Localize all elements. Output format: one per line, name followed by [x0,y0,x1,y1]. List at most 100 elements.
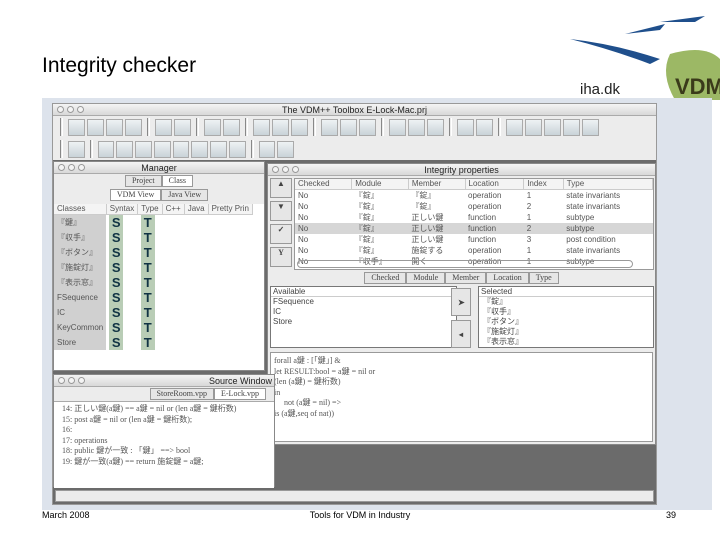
toolbar-green1-icon[interactable] [153,140,171,158]
check-icon[interactable]: ✓ [270,224,292,244]
tab-project[interactable]: Project [124,175,162,187]
toolbar-check2-icon[interactable] [408,118,425,136]
toolbar-vdmxjava-icon[interactable] [476,118,493,136]
column-header[interactable]: Java [184,204,209,215]
syntax-status-icon[interactable]: S [109,319,124,335]
toolbar-x-icon[interactable] [258,140,276,158]
filter-icon[interactable]: Y [270,247,292,267]
tab-elock[interactable]: E-Lock.vpp [214,388,266,400]
type-status-icon[interactable]: T [140,274,155,290]
selected-list[interactable]: Selected 『錠』 『収手』 『ボタン』 『施錠灯』 『表示窓』 [478,286,654,348]
toolbar-green3-icon[interactable] [191,140,209,158]
syntax-status-icon[interactable]: S [109,289,124,305]
column-header[interactable]: Pretty Prin [208,204,253,215]
type-status-icon[interactable]: T [140,304,155,320]
toolbar-list1-icon[interactable] [97,140,115,158]
integrity-row[interactable]: No 『錠』 『錠』 operation 1 state invariants [295,189,653,201]
toolbar-trash-icon[interactable] [291,118,308,136]
type-status-icon[interactable]: T [140,214,155,230]
available-item[interactable]: FSequence [273,297,456,307]
integrity-row[interactable]: No 『錠』 施錠する operation 1 state invariants [295,245,653,256]
minimize-icon[interactable] [67,106,74,113]
tab-class[interactable]: Class [161,175,193,187]
zoom-icon[interactable] [77,106,84,113]
selected-item[interactable]: 『施錠灯』 [483,327,653,337]
integrity-row[interactable]: No 『錠』 正しい鍵 function 1 subtype [295,212,653,223]
toolbar-win3-icon[interactable] [582,118,599,136]
column-header[interactable]: Module [351,179,409,190]
remove-arrow-icon[interactable]: ◂ [451,320,471,348]
toolbar-int-icon[interactable] [359,118,376,136]
sort-tab[interactable]: Type [528,272,559,284]
tab-storeroom[interactable]: StoreRoom.vpp [149,388,214,400]
column-header[interactable]: Member [408,179,466,190]
toolbar-new-icon[interactable] [68,118,85,136]
column-header[interactable]: Checked [295,179,353,190]
column-header[interactable]: Syntax [106,204,139,215]
selected-item[interactable]: 『収手』 [483,307,653,317]
toolbar-edit-icon[interactable] [204,118,221,136]
toolbar-check3-icon[interactable] [427,118,444,136]
type-status-icon[interactable]: T [140,244,155,260]
type-status-icon[interactable]: T [140,319,155,335]
class-row[interactable]: Store S T [54,334,252,350]
type-status-icon[interactable]: T [140,289,155,305]
column-header[interactable]: Type [563,179,653,190]
toolbar-help2-icon[interactable] [277,140,295,158]
sort-tab[interactable]: Checked [364,272,407,284]
class-row[interactable]: 『施錠灯』 S T [54,259,252,275]
toolbar-list3-icon[interactable] [135,140,152,158]
syntax-status-icon[interactable]: S [109,229,124,245]
type-status-icon[interactable]: T [140,229,155,245]
class-row[interactable]: 『鍵』 S T [54,214,252,230]
toolbar-stop-icon[interactable] [321,118,338,136]
class-row[interactable]: 『収手』 S T [54,229,252,245]
syntax-status-icon[interactable]: S [109,259,124,275]
toolbar-open-icon[interactable] [87,118,104,136]
integrity-row[interactable]: No 『錠』 正しい鍵 function 3 post condition [295,234,653,245]
toolbar-AI-icon[interactable] [253,118,270,136]
toolbar-frame-icon[interactable] [228,140,246,158]
type-status-icon[interactable]: T [140,259,155,275]
toolbar-clip-icon[interactable] [272,118,289,136]
class-row[interactable]: 『ボタン』 S T [54,244,252,260]
move-up-icon[interactable]: ▲ [270,178,292,198]
selected-item[interactable]: 『ボタン』 [483,317,653,327]
toolbar-win1-icon[interactable] [544,118,561,136]
toolbar-doc2-icon[interactable] [174,118,191,136]
toolbar-vdmxcpp-icon[interactable] [457,118,474,136]
class-row[interactable]: FSequence S T [54,289,252,305]
integrity-row[interactable]: No 『錠』 『錠』 operation 2 state invariants [295,201,653,212]
integrity-row[interactable]: No 『錠』 正しい鍵 function 2 subtype [295,222,653,234]
toolbar-vdm-icon[interactable] [525,118,542,136]
toolbar-list2-icon[interactable] [116,140,134,158]
class-row[interactable]: IC S T [54,304,252,320]
type-status-icon[interactable]: T [140,334,155,350]
move-down-icon[interactable]: ▼ [270,201,292,221]
toolbar-pp-icon[interactable] [506,118,523,136]
column-header[interactable]: Location [465,179,525,190]
close-icon[interactable] [57,106,64,113]
toolbar-win2-icon[interactable] [563,118,580,136]
syntax-status-icon[interactable]: S [109,334,124,350]
available-list[interactable]: Available FSequence IC Store [270,286,457,348]
syntax-status-icon[interactable]: S [109,214,124,230]
toolbar-close-icon[interactable] [340,118,357,136]
toolbar-green4-icon[interactable] [210,140,227,158]
sort-tab[interactable]: Location [486,272,529,284]
toolbar-savexas-icon[interactable] [125,118,142,136]
tab-java-view[interactable]: Java View [161,189,209,201]
toolbar-green2-icon[interactable] [172,140,190,158]
toolbar-save-icon[interactable] [106,118,123,136]
tab-vdm-view[interactable]: VDM View [109,189,162,201]
toolbar-doc-icon[interactable] [155,118,172,136]
syntax-status-icon[interactable]: S [109,274,124,290]
selected-item[interactable]: 『表示窓』 [483,337,653,347]
toolbar-flag-icon[interactable] [67,140,85,158]
column-header[interactable]: Type [137,204,163,215]
add-arrow-icon[interactable]: ➤ [451,288,471,316]
class-row[interactable]: KeyCommon S T [54,319,252,335]
sort-tab[interactable]: Module [406,272,446,284]
toolbar-edit2-icon[interactable] [223,118,240,136]
toolbar-check-icon[interactable] [389,118,406,136]
